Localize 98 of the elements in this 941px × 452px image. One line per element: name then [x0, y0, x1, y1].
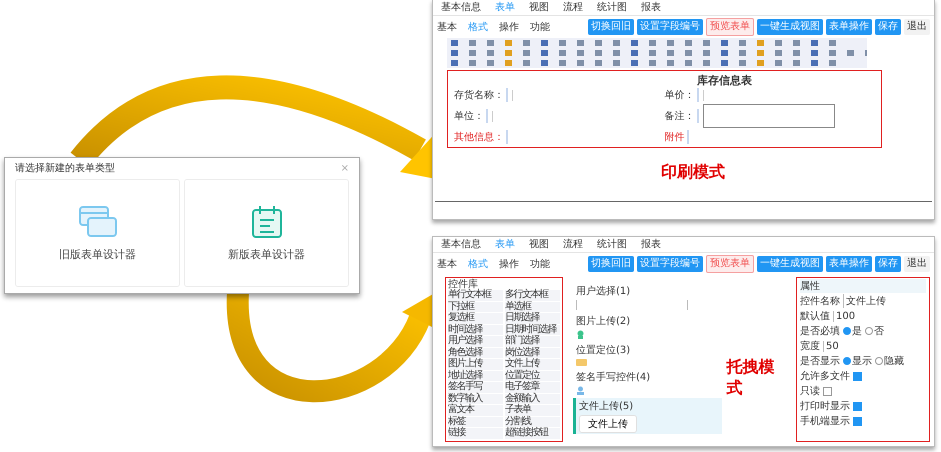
radio-label: 是 [852, 325, 862, 338]
dialog-title: 请选择新建的表单类型 [15, 162, 115, 175]
palette-item[interactable]: 位置定位 [505, 370, 560, 381]
form-title: 库存信息表 [696, 73, 753, 88]
palette-item[interactable]: 单行文本框 [448, 290, 503, 300]
palette-item[interactable]: 子表单 [505, 405, 560, 416]
mode-caption: 印刷模式 [661, 162, 726, 183]
input-field[interactable]: 文件上传 [843, 294, 886, 308]
palette-item[interactable]: 电子签章 [505, 382, 560, 392]
tab[interactable]: 统计图 [597, 1, 627, 14]
checkbox[interactable] [853, 372, 862, 380]
tab[interactable]: 视图 [529, 238, 549, 251]
palette-item[interactable]: 图片上传 [448, 359, 503, 370]
sub-tab[interactable]: 基本 [437, 257, 457, 271]
sub-tab[interactable]: 基本 [437, 20, 457, 34]
checkbox[interactable] [853, 402, 862, 410]
property-label: 允许多文件 [800, 370, 850, 383]
tab[interactable]: 流程 [563, 1, 583, 14]
canvas-field[interactable]: 用户选择(1) [573, 283, 722, 311]
radio-label: 隐藏 [884, 354, 904, 368]
radio-button[interactable] [843, 327, 851, 335]
sub-tab[interactable]: 功能 [530, 20, 550, 34]
checkbox[interactable] [823, 386, 832, 396]
canvas-field[interactable]: 图片上传(2) [573, 313, 722, 340]
upload-button[interactable]: 文件上传 [579, 415, 637, 433]
palette-item[interactable]: 用户选择 [448, 336, 503, 346]
tab[interactable]: 统计图 [597, 238, 627, 251]
palette-item[interactable]: 金额输入 [505, 394, 560, 404]
input-field[interactable]: 50 [823, 340, 839, 352]
select-field[interactable] [576, 300, 688, 310]
palette-item[interactable]: 角色选择 [448, 348, 503, 358]
field-label: 图片上传(2) [576, 314, 630, 328]
tab[interactable]: 视图 [529, 1, 549, 14]
tab[interactable]: 报表 [641, 1, 661, 14]
palette-item[interactable]: 多行文本框 [505, 290, 560, 300]
palette-item[interactable]: 单选框 [505, 302, 560, 312]
tab[interactable]: 基本信息 [441, 238, 481, 251]
cards-icon [78, 204, 118, 238]
palette-item[interactable]: 下拉框 [448, 302, 503, 312]
input-field[interactable]: 100 [833, 310, 856, 322]
radio-label: 显示 [852, 355, 872, 368]
palette-item[interactable]: 日期时间选择 [505, 324, 560, 335]
checkbox[interactable] [853, 416, 862, 426]
field-label: 其他信息： [454, 130, 508, 144]
palette-item[interactable]: 超链接按钮 [505, 428, 560, 438]
radio-label: 否 [874, 325, 884, 338]
location-icon [576, 359, 587, 366]
palette-item[interactable]: 文件上传 [505, 359, 560, 370]
tab[interactable]: 基本信息 [441, 1, 481, 14]
canvas-field[interactable]: 签名手写控件(4) [573, 369, 722, 396]
mode-caption: 托拽模式 [726, 356, 776, 398]
field-label: 单位： [454, 109, 488, 123]
canvas-field[interactable]: 位置定位(3) [573, 342, 722, 367]
person-icon [576, 386, 585, 395]
palette-item[interactable]: 数字输入 [448, 394, 503, 404]
palette-item[interactable]: 岗位选择 [505, 348, 560, 358]
property-label: 默认值 [800, 310, 830, 323]
field-label: 签名手写控件(4) [576, 370, 650, 384]
field-label: 备注： [664, 109, 698, 123]
property-label: 手机端显示 [800, 414, 850, 428]
designer-option[interactable]: 旧版表单设计器 [15, 179, 180, 287]
notepad-icon [250, 204, 284, 238]
sub-tab[interactable]: 操作 [499, 257, 519, 271]
property-label: 是否必填 [800, 324, 840, 338]
property-label: 宽度 [800, 340, 820, 353]
palette-title: 控件库 [448, 279, 478, 290]
property-label: 是否显示 [800, 355, 840, 368]
tab[interactable]: 流程 [563, 238, 583, 251]
palette-item[interactable]: 分割线 [505, 416, 560, 427]
sub-tab[interactable]: 功能 [530, 257, 550, 271]
property-label: 控件名称 [800, 295, 840, 308]
palette-item[interactable]: 标签 [448, 416, 503, 427]
radio-button[interactable] [875, 357, 883, 365]
palette-item[interactable]: 链接 [448, 428, 503, 438]
designer-option[interactable]: 新版表单设计器 [184, 179, 349, 287]
field-label: 文件上传(5) [579, 400, 634, 413]
radio-button[interactable] [865, 327, 873, 335]
field-label: 位置定位(3) [576, 344, 630, 357]
panel-title: 属性 [800, 279, 926, 293]
palette-item[interactable]: 日期选择 [505, 313, 560, 324]
tab[interactable]: 报表 [641, 238, 661, 251]
property-label: 打印时显示 [800, 400, 850, 413]
field-label: 用户选择(1) [576, 284, 630, 298]
property-label: 只读 [800, 384, 820, 398]
canvas-field[interactable]: 文件上传(5) 文件上传 [573, 398, 722, 434]
palette-item[interactable]: 部门选择 [505, 336, 560, 346]
field-label: 附件 [664, 130, 688, 144]
palette-item[interactable]: 时间选择 [448, 324, 503, 335]
radio-button[interactable] [843, 357, 851, 365]
toolbar-button[interactable]: 退出 [904, 19, 930, 35]
field-label: 单价： [664, 88, 698, 102]
sub-tab[interactable]: 操作 [499, 20, 519, 34]
text-area[interactable] [702, 104, 834, 128]
palette-item[interactable]: 复选框 [448, 313, 503, 324]
toolbar-button[interactable]: 退出 [904, 256, 930, 272]
palette-item[interactable]: 地址选择 [448, 370, 503, 381]
field-label: 存货名称： [454, 88, 508, 102]
palette-item[interactable]: 签名手写 [448, 382, 503, 392]
